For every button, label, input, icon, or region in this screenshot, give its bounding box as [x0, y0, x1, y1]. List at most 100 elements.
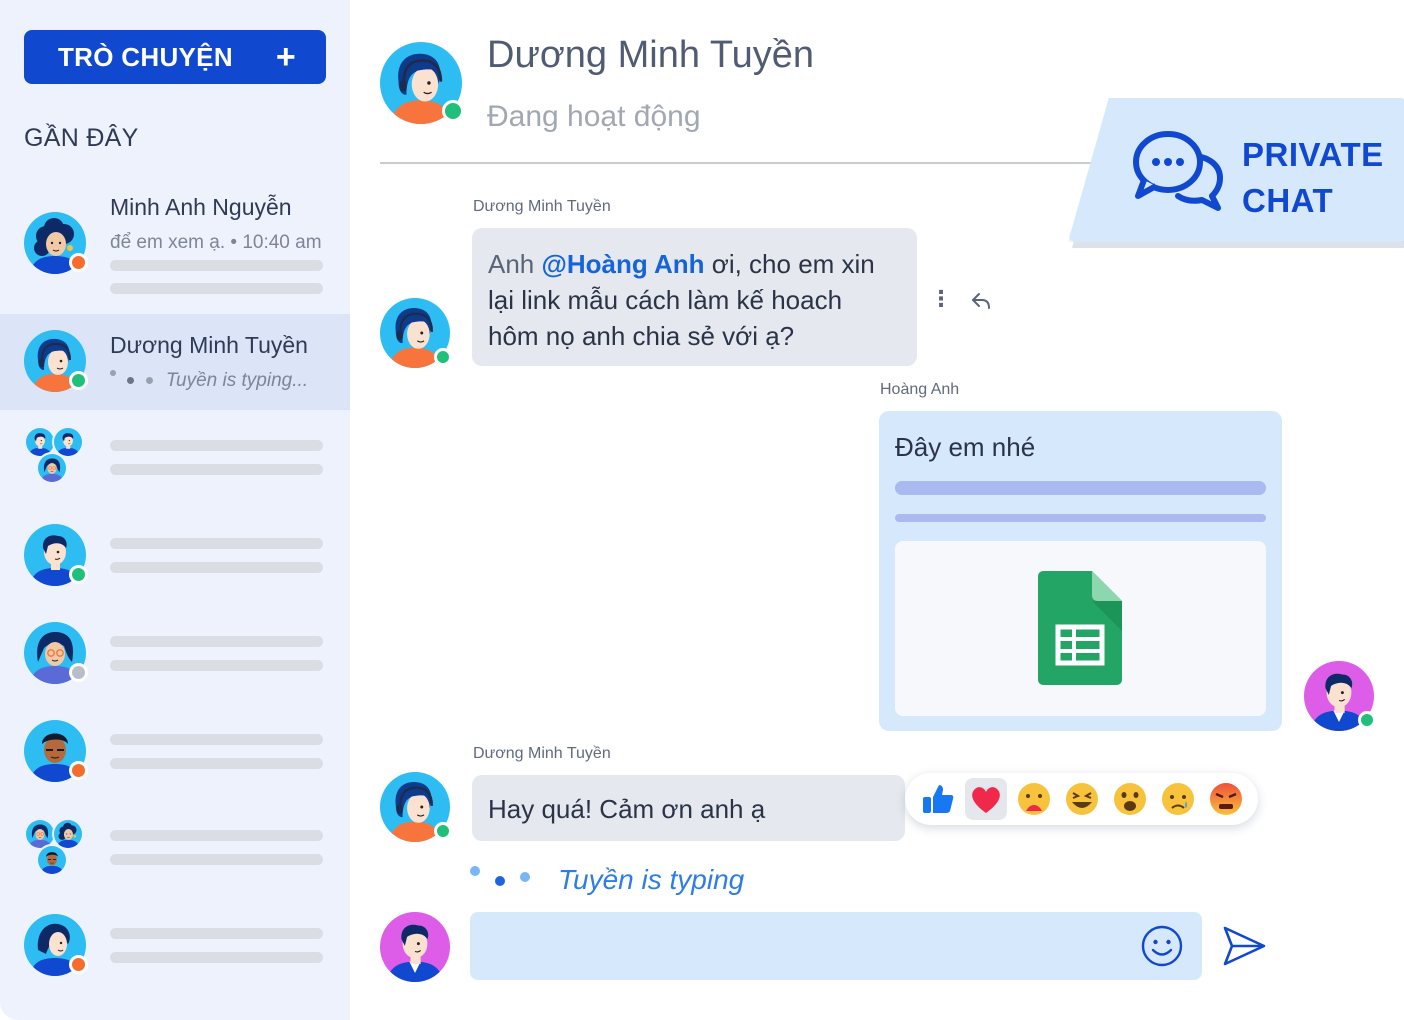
avatar — [24, 914, 88, 976]
recent-section-title: GẦN ĐÂY — [24, 124, 139, 152]
private-chat-badge: PRIVATE CHAT — [1068, 98, 1404, 248]
online-status-dot — [69, 371, 88, 390]
spreadsheet-file-icon — [1038, 571, 1122, 685]
sad-face-icon — [1162, 783, 1194, 815]
skeleton-line — [110, 636, 323, 647]
plus-icon: + — [275, 38, 296, 76]
offline-status-dot — [69, 663, 88, 682]
typing-dot — [520, 872, 530, 882]
sender-avatar — [380, 298, 452, 368]
love-reaction[interactable] — [965, 778, 1007, 820]
message-sender: Hoàng Anh — [880, 381, 960, 398]
conversation-name: Minh Anh Nguyễn — [110, 194, 292, 220]
typing-dot — [495, 876, 505, 886]
conversation-item-minh-anh[interactable]: Minh Anh Nguyễn để em xem ạ. • 10:40 am — [0, 180, 350, 300]
skeleton-line — [110, 538, 323, 549]
private-chat-label: PRIVATE CHAT — [1242, 136, 1384, 219]
chat-bubbles-icon — [1133, 131, 1223, 211]
message-actions: ⋮ — [930, 286, 992, 312]
online-status-dot — [1358, 711, 1376, 729]
sender-avatar — [380, 772, 452, 842]
skeleton-line — [110, 562, 323, 573]
skeleton-line — [110, 758, 323, 769]
avatar — [24, 622, 88, 684]
conversation-item[interactable] — [0, 704, 350, 800]
heart-icon — [972, 787, 1000, 813]
typing-dot — [145, 377, 153, 384]
message-bubble[interactable]: Hay quá! Cảm ơn anh ạ — [472, 775, 905, 841]
typing-dot — [470, 866, 480, 876]
typing-indicator: Tuyền is typing — [466, 860, 766, 904]
message-bubble[interactable]: Anh @Hoàng Anh ơi, cho em xin lại link m… — [472, 228, 917, 366]
skeleton-line — [110, 952, 323, 963]
typing-text: Tuyền is typing — [558, 864, 745, 895]
thumbs-up-icon — [923, 785, 954, 813]
message-sender: Dương Minh Tuyền — [473, 198, 611, 215]
new-chat-button[interactable]: TRÒ CHUYỆN + — [24, 30, 326, 84]
online-status-dot — [69, 565, 88, 584]
avatar — [24, 524, 88, 586]
like-reaction[interactable] — [917, 778, 959, 820]
new-chat-label: TRÒ CHUYỆN — [58, 41, 233, 72]
typing-dot — [110, 370, 116, 376]
angry-reaction[interactable] — [1205, 778, 1247, 820]
sad-reaction[interactable] — [1157, 778, 1199, 820]
typing-dot — [127, 377, 135, 384]
file-attachment[interactable] — [895, 541, 1266, 716]
away-status-dot — [69, 955, 88, 974]
conversation-item[interactable] — [0, 802, 350, 898]
skeleton-line — [110, 283, 323, 294]
online-status-dot — [442, 100, 464, 122]
message-input[interactable] — [490, 912, 1130, 980]
avatar — [24, 330, 88, 392]
online-status-dot — [434, 822, 452, 840]
conversation-item[interactable] — [0, 606, 350, 702]
reply-icon[interactable] — [970, 290, 992, 312]
contact-status: Đang hoạt động — [487, 100, 701, 133]
online-status-dot — [434, 348, 452, 366]
skeleton-line — [110, 830, 323, 841]
send-icon[interactable] — [1220, 922, 1268, 970]
skeleton-line — [110, 260, 323, 271]
message-sender: Dương Minh Tuyền — [473, 745, 611, 762]
more-options-icon[interactable]: ⋮ — [930, 286, 952, 312]
sender-avatar — [1304, 661, 1376, 731]
angry-face-icon — [1210, 783, 1242, 815]
my-avatar — [380, 912, 450, 982]
sidebar: TRÒ CHUYỆN + GẦN ĐÂY Minh Anh Nguyễn để … — [0, 0, 350, 1020]
skeleton-line — [110, 734, 323, 745]
conversation-preview: để em xem ạ. • 10:40 am — [110, 232, 322, 253]
wow-face-icon — [1114, 783, 1146, 815]
skeleton-line — [110, 854, 323, 865]
conversation-name: Dương Minh Tuyền — [110, 332, 308, 358]
reaction-picker — [905, 773, 1258, 825]
skeleton-line — [895, 514, 1266, 522]
care-face-icon — [1018, 783, 1050, 815]
haha-reaction[interactable] — [1061, 778, 1103, 820]
skeleton-line — [110, 660, 323, 671]
group-avatar — [24, 426, 88, 490]
header-divider — [380, 162, 1140, 164]
emoji-icon[interactable] — [1140, 924, 1184, 968]
mention-link[interactable]: @Hoàng Anh — [542, 249, 705, 279]
skeleton-line — [895, 481, 1266, 495]
contact-name: Dương Minh Tuyền — [487, 34, 815, 76]
conversation-item[interactable] — [0, 898, 350, 994]
conversation-item[interactable] — [0, 410, 350, 506]
skeleton-line — [110, 928, 323, 939]
typing-preview: Tuyền is typing... — [110, 370, 308, 392]
group-avatar — [24, 818, 88, 882]
message-composer — [470, 912, 1202, 980]
wow-reaction[interactable] — [1109, 778, 1151, 820]
conversation-item[interactable] — [0, 508, 350, 604]
message-bubble[interactable]: Đây em nhé — [879, 411, 1282, 731]
skeleton-line — [110, 464, 323, 475]
contact-avatar[interactable] — [380, 42, 464, 124]
conversation-item-duong-minh-tuyen[interactable]: Dương Minh Tuyền Tuyền is typing... — [0, 314, 350, 410]
away-status-dot — [69, 253, 88, 272]
away-status-dot — [69, 761, 88, 780]
laughing-face-icon — [1066, 783, 1098, 815]
skeleton-line — [110, 440, 323, 451]
avatar — [24, 212, 88, 274]
care-reaction[interactable] — [1013, 778, 1055, 820]
